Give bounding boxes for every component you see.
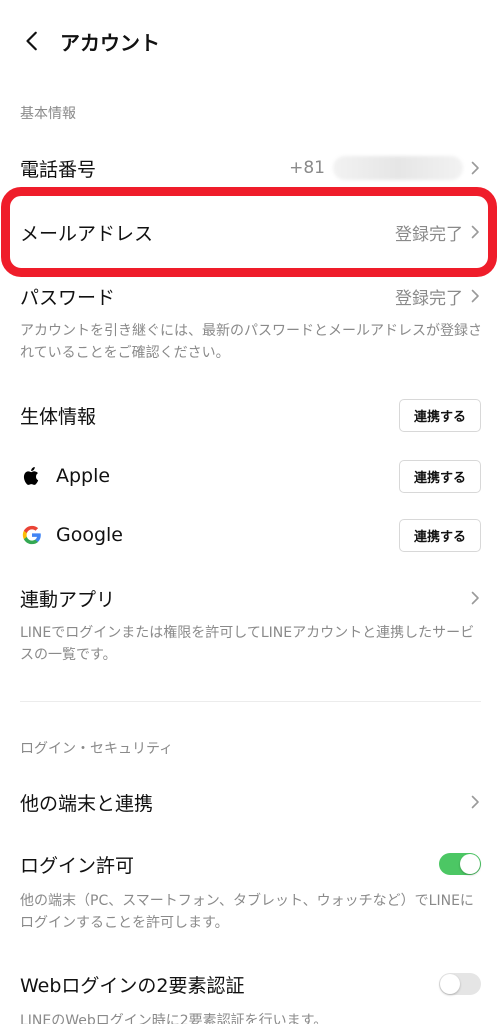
login-permission-row: ログイン許可 [0, 842, 501, 886]
toggle-knob [460, 854, 480, 874]
google-link-button[interactable]: 連携する [399, 518, 481, 552]
section-divider [20, 701, 481, 702]
chevron-left-icon [26, 31, 37, 51]
biometric-row: 生体情報 連携する [0, 394, 501, 436]
back-button[interactable] [18, 26, 48, 56]
linked-apps-row[interactable]: 連動アプリ [0, 576, 501, 620]
chevron-right-icon [469, 794, 481, 810]
page-title: アカウント [60, 31, 160, 55]
linked-apps-description: LINEでログインまたは権限を許可してLINEアカウントと連携したサービスの一覧… [20, 625, 475, 663]
phone-number-redacted [333, 156, 463, 180]
phone-number-row[interactable]: 電話番号 +81 [0, 146, 501, 190]
google-row: Google 連携する [0, 514, 501, 556]
app-header: アカウント [0, 0, 501, 82]
apple-row: Apple 連携する [0, 455, 501, 497]
email-status: 登録完了 [395, 224, 463, 245]
chevron-right-icon [469, 590, 481, 606]
linked-apps-label: 連動アプリ [20, 588, 116, 611]
chevron-right-icon [469, 288, 481, 304]
chevron-right-icon [469, 224, 481, 240]
biometric-link-button[interactable]: 連携する [399, 398, 481, 432]
login-permission-toggle[interactable] [439, 853, 481, 875]
biometric-label: 生体情報 [20, 405, 97, 428]
other-devices-row[interactable]: 他の端末と連携 [0, 780, 501, 824]
section-label-basic: 基本情報 [20, 106, 76, 122]
apple-label: Apple [56, 465, 111, 487]
password-label: パスワード [20, 286, 116, 309]
password-status: 登録完了 [395, 288, 463, 309]
google-label: Google [56, 524, 124, 546]
password-row[interactable]: パスワード 登録完了 [0, 274, 501, 318]
email-row[interactable]: メールアドレス 登録完了 [0, 210, 501, 254]
google-icon [20, 523, 44, 547]
web-2fa-label: Webログインの2要素認証 [20, 974, 245, 997]
apple-link-button[interactable]: 連携する [399, 459, 481, 493]
chevron-right-icon [469, 160, 481, 176]
apple-icon [20, 464, 44, 488]
toggle-knob [440, 974, 460, 994]
phone-number-prefix: +81 [289, 158, 325, 178]
email-label: メールアドレス [20, 222, 154, 245]
other-devices-label: 他の端末と連携 [20, 792, 154, 815]
web-2fa-toggle[interactable] [439, 973, 481, 995]
web-2fa-description: LINEのWebログイン時に2要素認証を行います。 [20, 1013, 328, 1024]
web-2fa-row: Webログインの2要素認証 [0, 962, 501, 1006]
login-permission-description: 他の端末（PC、スマートフォン、タブレット、ウォッチなど）でLINEにログインす… [20, 893, 474, 931]
phone-number-label: 電話番号 [20, 158, 97, 181]
password-description: アカウントを引き継ぐには、最新のパスワードとメールアドレスが登録されていることを… [20, 323, 482, 361]
login-permission-label: ログイン許可 [20, 854, 135, 877]
section-label-security: ログイン・セキュリティ [20, 741, 174, 757]
